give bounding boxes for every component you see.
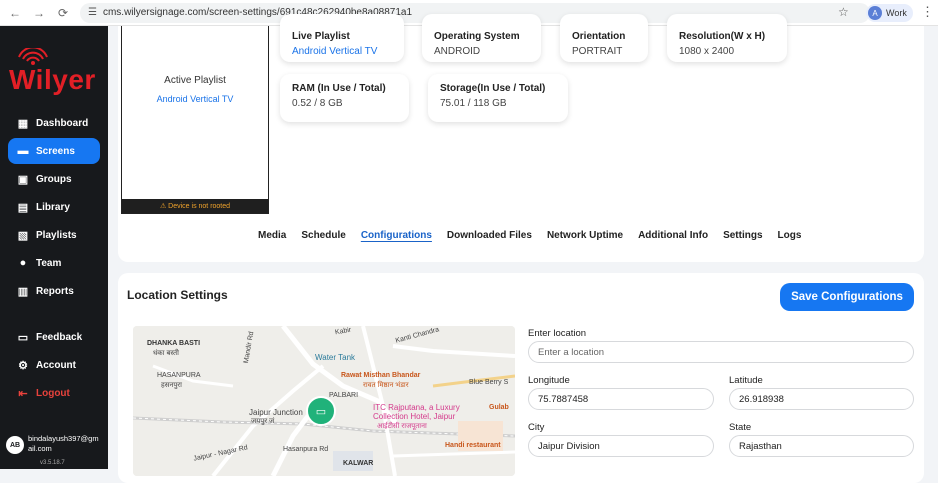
map-label: Rawat Misthan Bhandar (341, 372, 421, 379)
map-label: ITC Rajputana, a Luxury (373, 403, 460, 412)
device-preview: Active Playlist Android Vertical TV ⚠ De… (121, 26, 269, 214)
longitude-input[interactable] (528, 388, 714, 410)
map-label: आईटीसी राजपूताना (377, 423, 427, 430)
map-label: Collection Hotel, Jaipur (373, 412, 456, 421)
map-label: HASANPURA (157, 372, 201, 379)
orientation-box: Orientation PORTRAIT (560, 14, 648, 62)
groups-icon: ▣ (17, 173, 29, 186)
settings-tabs: Media Schedule Configurations Downloaded… (258, 230, 816, 244)
map-label: Blue Berry S (469, 379, 509, 386)
ram-box: RAM (In Use / Total) 0.52 / 8 GB (280, 74, 409, 122)
map-label: KALWAR (343, 460, 374, 467)
profile-label: Work (886, 8, 907, 18)
active-playlist-value[interactable]: Android Vertical TV (122, 94, 268, 104)
sidebar-item-library[interactable]: ▤ Library (8, 194, 100, 220)
save-configurations-button[interactable]: Save Configurations (780, 283, 914, 311)
site-info-icon[interactable]: ☰ (88, 7, 97, 18)
sidebar-item-screens[interactable]: ▬ Screens (8, 138, 100, 164)
root-warning: ⚠ Device is not rooted (122, 199, 268, 213)
tab-media[interactable]: Media (258, 230, 286, 244)
map-label: धंका बस्ती (153, 350, 179, 357)
tab-settings[interactable]: Settings (723, 230, 762, 244)
map-label: DHANKA BASTI (147, 340, 201, 347)
map-label: रावत मिष्ठान भंडार (363, 382, 409, 389)
tab-logs[interactable]: Logs (778, 230, 802, 244)
latitude-input[interactable] (729, 388, 914, 410)
feedback-icon: ▭ (17, 331, 29, 344)
map-label: Jaipur Junction (249, 408, 303, 417)
longitude-label: Longitude (528, 375, 570, 386)
sidebar-item-logout[interactable]: ⇤ Logout (8, 380, 100, 406)
reports-icon: ▥ (17, 285, 29, 298)
location-settings-title: Location Settings (127, 288, 228, 302)
team-icon: ● (19, 257, 27, 269)
os-box: Operating System ANDROID (422, 14, 541, 62)
latitude-label: Latitude (729, 375, 763, 386)
sidebar-item-reports[interactable]: ▥ Reports (8, 278, 100, 304)
reload-icon[interactable]: ⟳ (54, 4, 72, 22)
sidebar-item-playlists[interactable]: ▧ Playlists (8, 222, 100, 248)
city-label: City (528, 422, 545, 433)
map-label: Hasanpura Rd (283, 446, 329, 453)
screen-location-pin[interactable]: ▭ (306, 396, 336, 426)
sidebar: Wilyer ▦ Dashboard ▬ Screens ▣ Groups ▤ … (0, 26, 108, 469)
storage-box: Storage(In Use / Total) 75.01 / 118 GB (428, 74, 568, 122)
avatar: AB (6, 436, 24, 454)
back-icon[interactable]: ← (6, 4, 24, 22)
sidebar-item-feedback[interactable]: ▭ Feedback (8, 324, 100, 350)
library-icon: ▤ (17, 201, 29, 214)
tab-schedule[interactable]: Schedule (301, 230, 345, 244)
state-label: State (729, 422, 752, 433)
map-label: Gulab (489, 404, 509, 411)
location-search-input[interactable] (528, 341, 914, 363)
enter-location-label: Enter location (528, 328, 587, 339)
city-input[interactable] (528, 435, 714, 457)
map-label: हसनपुरा (161, 382, 182, 389)
live-playlist-box: Live Playlist Android Vertical TV (280, 14, 404, 62)
app-version: v3.5.18.7 (40, 460, 65, 466)
bookmark-star-icon[interactable]: ☆ (838, 5, 849, 19)
sidebar-item-team[interactable]: ● Team (8, 250, 100, 276)
tab-additional-info[interactable]: Additional Info (638, 230, 708, 244)
map-label: Handi restaurant (445, 442, 501, 449)
profile-chip[interactable]: A Work (866, 4, 913, 22)
resolution-box: Resolution(W x H) 1080 x 2400 (667, 14, 787, 62)
screen-icon: ▬ (17, 145, 29, 157)
map-label: PALBARI (329, 392, 359, 399)
brand-name: Wilyer (9, 64, 96, 95)
active-playlist-label: Active Playlist (164, 75, 226, 86)
wilyer-logo: Wilyer (9, 48, 99, 108)
bottom-menu: ▭ Feedback ⚙ Account ⇤ Logout (8, 324, 100, 408)
user-profile[interactable]: AB bindalayush397@gmail.com (6, 434, 104, 454)
sidebar-item-groups[interactable]: ▣ Groups (8, 166, 100, 192)
map-label: जयपुर जं (251, 418, 275, 425)
gear-icon: ⚙ (18, 359, 28, 372)
warning-icon: ⚠ (159, 203, 169, 210)
tab-downloaded-files[interactable]: Downloaded Files (447, 230, 532, 244)
monitor-icon: ▭ (315, 405, 327, 418)
playlist-icon: ▧ (17, 229, 29, 242)
sidebar-item-account[interactable]: ⚙ Account (8, 352, 100, 378)
tab-configurations[interactable]: Configurations (361, 230, 432, 244)
sidebar-item-dashboard[interactable]: ▦ Dashboard (8, 110, 100, 136)
dashboard-icon: ▦ (17, 117, 29, 130)
profile-avatar: A (868, 6, 882, 20)
state-input[interactable] (729, 435, 914, 457)
forward-icon[interactable]: → (30, 4, 48, 22)
user-email: bindalayush397@gmail.com (28, 434, 99, 453)
main-menu: ▦ Dashboard ▬ Screens ▣ Groups ▤ Library… (8, 110, 100, 306)
logout-icon: ⇤ (18, 387, 28, 400)
map-label: Water Tank (315, 353, 356, 362)
tab-network-uptime[interactable]: Network Uptime (547, 230, 623, 244)
browser-menu-icon[interactable]: ⋮ (921, 4, 934, 20)
